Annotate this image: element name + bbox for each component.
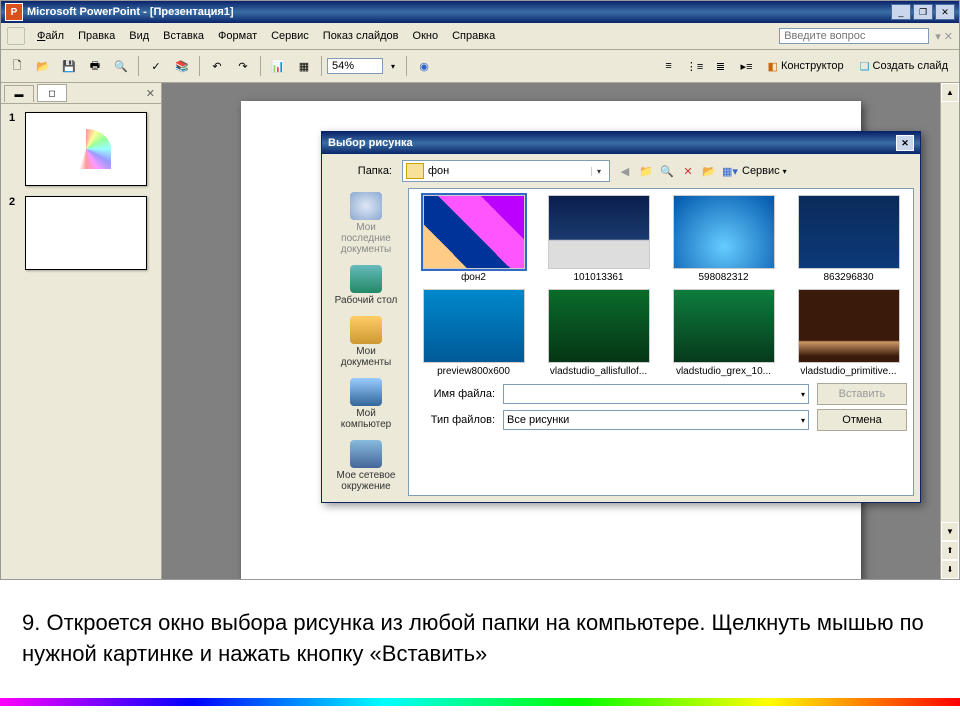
print-icon[interactable]: 🖶 <box>83 54 107 78</box>
open-icon[interactable]: 📂 <box>31 54 55 78</box>
save-icon[interactable]: 💾 <box>57 54 81 78</box>
back-icon[interactable]: ◀ <box>616 162 634 180</box>
app-icon: P <box>5 3 23 21</box>
place-network[interactable]: Мое сетевое окружение <box>328 436 404 496</box>
menu-help[interactable]: Справка <box>446 28 501 44</box>
menu-insert[interactable]: Вставка <box>157 28 210 44</box>
insert-button[interactable]: Вставить <box>817 383 907 405</box>
scroll-down-icon[interactable]: ▼ <box>941 522 959 541</box>
powerpoint-window: P Microsoft PowerPoint - [Презентация1] … <box>0 0 960 580</box>
dialog-title: Выбор рисунка <box>328 137 413 149</box>
increase-indent-icon[interactable]: ▸≡ <box>735 54 759 78</box>
redo-icon[interactable]: ↷ <box>231 54 255 78</box>
new-slide-button[interactable]: ❏Создать слайд <box>853 54 955 78</box>
minimize-button[interactable]: _ <box>891 4 911 20</box>
app-name: Microsoft PowerPoint <box>27 6 140 18</box>
titlebar: P Microsoft PowerPoint - [Презентация1] … <box>1 1 959 23</box>
preview-icon[interactable]: 🔍 <box>109 54 133 78</box>
cancel-button[interactable]: Отмена <box>817 409 907 431</box>
table-icon[interactable]: ▦ <box>292 54 316 78</box>
slides-tab[interactable]: ◻ <box>37 84 67 102</box>
panel-close-icon[interactable]: ✕ <box>146 87 155 100</box>
filetype-select[interactable]: Все рисунки▾ <box>503 410 809 430</box>
places-bar: Мои последние документы Рабочий стол Мои… <box>328 188 404 496</box>
file-item[interactable]: vladstudio_grex_10... <box>665 289 782 377</box>
new-folder-icon[interactable]: 📂 <box>700 162 718 180</box>
filetype-label: Тип файлов: <box>415 414 495 426</box>
place-documents[interactable]: Мои документы <box>328 312 404 372</box>
tools-menu[interactable]: Сервис <box>742 165 780 177</box>
menubar: ФФайлайл Правка Вид Вставка Формат Серви… <box>1 23 959 50</box>
delete-icon[interactable]: ✕ <box>679 162 697 180</box>
menu-handle-icon <box>7 27 25 45</box>
instruction-text: 9. Откроется окно выбора рисунка из любо… <box>0 580 960 698</box>
zoom-select[interactable]: 54% <box>327 58 383 74</box>
folder-label: Папка: <box>328 165 396 177</box>
close-button[interactable]: ✕ <box>935 4 955 20</box>
folder-icon <box>406 163 424 179</box>
menu-format[interactable]: Формат <box>212 28 263 44</box>
slide-panel: ▬ ◻ ✕ 1 2 <box>1 83 162 579</box>
folder-select[interactable]: фон ▾ <box>402 160 610 182</box>
prev-slide-icon[interactable]: ⬆ <box>941 541 959 560</box>
zoom-dropdown-icon[interactable]: ▾ <box>385 54 401 78</box>
menu-slideshow[interactable]: Показ слайдов <box>317 28 405 44</box>
file-list: фон2 101013361 598082312 863296830 previ… <box>408 188 914 496</box>
slide-thumb-2[interactable]: 2 <box>9 196 153 270</box>
designer-button[interactable]: ◧Конструктор <box>761 54 851 78</box>
filename-input[interactable]: ▾ <box>503 384 809 404</box>
menu-view[interactable]: Вид <box>123 28 155 44</box>
menu-window[interactable]: Окно <box>407 28 445 44</box>
bullet-list-icon[interactable]: ⋮≡ <box>683 54 707 78</box>
views-icon[interactable]: ▦▾ <box>721 162 739 180</box>
standard-toolbar: 🗋 📂 💾 🖶 🔍 ✓ 📚 ↶ ↷ 📊 ▦ 54% ▾ ◉ ≡ ⋮≡ ≣ ▸≡ … <box>1 50 959 83</box>
dropdown-icon: ▾ <box>591 167 606 176</box>
slide1-preview-icon <box>61 129 111 169</box>
slide-thumb-1[interactable]: 1 <box>9 112 153 186</box>
number-list-icon[interactable]: ≣ <box>709 54 733 78</box>
undo-icon[interactable]: ↶ <box>205 54 229 78</box>
align-left-icon[interactable]: ≡ <box>657 54 681 78</box>
menu-file[interactable]: ФФайлайл <box>31 28 70 44</box>
up-folder-icon[interactable]: 📁 <box>637 162 655 180</box>
outline-tab[interactable]: ▬ <box>4 85 34 102</box>
vertical-scrollbar[interactable]: ▲ ▼ ⬆ ⬇ <box>940 83 959 579</box>
menu-edit[interactable]: Правка <box>72 28 121 44</box>
dialog-close-button[interactable]: ✕ <box>896 135 914 151</box>
help-search-input[interactable] <box>779 28 929 44</box>
spellcheck-icon[interactable]: ✓ <box>144 54 168 78</box>
research-icon[interactable]: 📚 <box>170 54 194 78</box>
file-item[interactable]: preview800x600 <box>415 289 532 377</box>
file-item[interactable]: фон2 <box>415 195 532 283</box>
file-item[interactable]: 101013361 <box>540 195 657 283</box>
workspace: ▬ ◻ ✕ 1 2 Выбор рисунка <box>1 83 959 579</box>
next-slide-icon[interactable]: ⬇ <box>941 560 959 579</box>
current-slide[interactable]: Выбор рисунка ✕ Папка: фон ▾ <box>241 101 861 579</box>
new-icon[interactable]: 🗋 <box>5 54 29 78</box>
filename-label: Имя файла: <box>415 388 495 400</box>
menu-tools[interactable]: Сервис <box>265 28 315 44</box>
decorative-bar <box>0 698 960 706</box>
help-icon[interactable]: ◉ <box>412 54 436 78</box>
chart-icon[interactable]: 📊 <box>266 54 290 78</box>
file-item[interactable]: vladstudio_primitive... <box>790 289 907 377</box>
file-item[interactable]: 598082312 <box>665 195 782 283</box>
slide-canvas: Выбор рисунка ✕ Папка: фон ▾ <box>162 83 940 579</box>
file-item[interactable]: 863296830 <box>790 195 907 283</box>
file-item[interactable]: vladstudio_allisfullof... <box>540 289 657 377</box>
doc-name: [Презентация1] <box>150 6 234 18</box>
search-web-icon[interactable]: 🔍 <box>658 162 676 180</box>
restore-button[interactable]: ❐ <box>913 4 933 20</box>
insert-picture-dialog: Выбор рисунка ✕ Папка: фон ▾ <box>321 131 921 503</box>
menu-close-doc[interactable]: ▾ ✕ <box>935 30 953 43</box>
place-computer[interactable]: Мой компьютер <box>328 374 404 434</box>
scroll-up-icon[interactable]: ▲ <box>941 83 959 102</box>
place-desktop[interactable]: Рабочий стол <box>328 261 404 310</box>
place-recent[interactable]: Мои последние документы <box>328 188 404 259</box>
